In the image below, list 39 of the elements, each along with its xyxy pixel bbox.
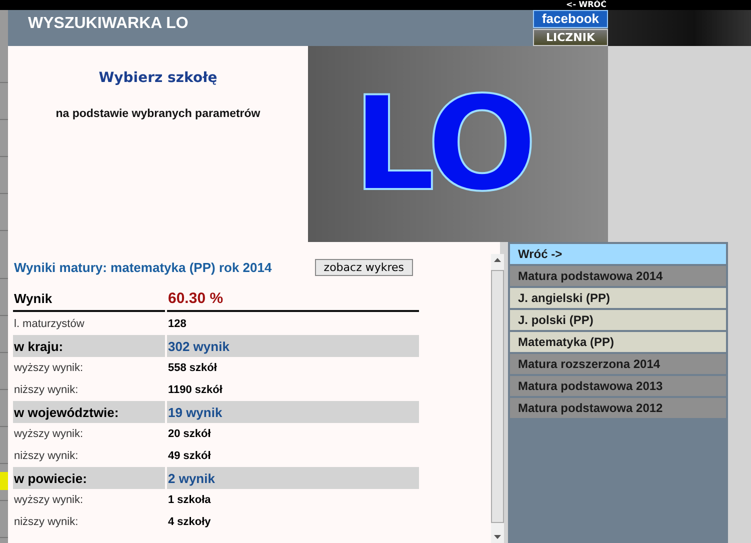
row-label: l. maturzystów: [13, 317, 86, 332]
menu-item[interactable]: J. angielski (PP): [510, 288, 726, 308]
row-label: niższy wynik:: [13, 449, 80, 464]
row-value: 558 szkół: [167, 361, 218, 376]
row-value: 60.30 %: [167, 286, 419, 312]
row-value: 49 szkół: [167, 449, 212, 464]
site-title: WYSZUKIWARKA LO: [28, 15, 188, 33]
row-value: 128: [167, 317, 188, 332]
menu-item[interactable]: Matura podstawowa 2012: [510, 398, 726, 418]
counter-button[interactable]: LICZNIK: [533, 29, 608, 46]
intro-subtitle: na podstawie wybranych parametrów: [56, 108, 260, 120]
row-value: 20 szkół: [167, 427, 212, 442]
menu-item[interactable]: J. polski (PP): [510, 310, 726, 330]
row-value: 1 szkoła: [167, 493, 212, 508]
row-value: 2 wynik: [167, 467, 419, 489]
row-value: 19 wynik: [167, 401, 419, 423]
facebook-button[interactable]: facebook: [533, 10, 608, 28]
intro-heading: Wybierz szkołę: [98, 70, 218, 86]
row-label: niższy wynik:: [13, 383, 80, 398]
row-label: wyższy wynik:: [13, 427, 84, 442]
menu-item[interactable]: Matura rozszerzona 2014: [510, 354, 726, 374]
results-title: Wyniki matury: matematyka (PP) rok 2014: [14, 260, 272, 274]
row-label: Wynik: [13, 286, 165, 312]
row-value: 4 szkoły: [167, 515, 212, 530]
edge-marker: [0, 472, 8, 490]
row-label: w powiecie:: [13, 467, 165, 489]
chart-button[interactable]: zobacz wykres: [314, 258, 413, 276]
row-value: 1190 szkół: [167, 383, 224, 398]
menu-item[interactable]: Wróć ->: [510, 244, 726, 264]
row-label: wyższy wynik:: [13, 361, 84, 376]
logo: LO: [352, 79, 534, 209]
row-label: w kraju:: [13, 335, 165, 357]
menu-item[interactable]: Matematyka (PP): [510, 332, 726, 352]
row-label: niższy wynik:: [13, 515, 80, 530]
menu-item[interactable]: Matura podstawowa 2014: [510, 266, 726, 286]
row-value: 302 wynik: [167, 335, 419, 357]
menu-item[interactable]: Matura podstawowa 2013: [510, 376, 726, 396]
row-label: w województwie:: [13, 401, 165, 423]
row-label: wyższy wynik:: [13, 493, 84, 508]
